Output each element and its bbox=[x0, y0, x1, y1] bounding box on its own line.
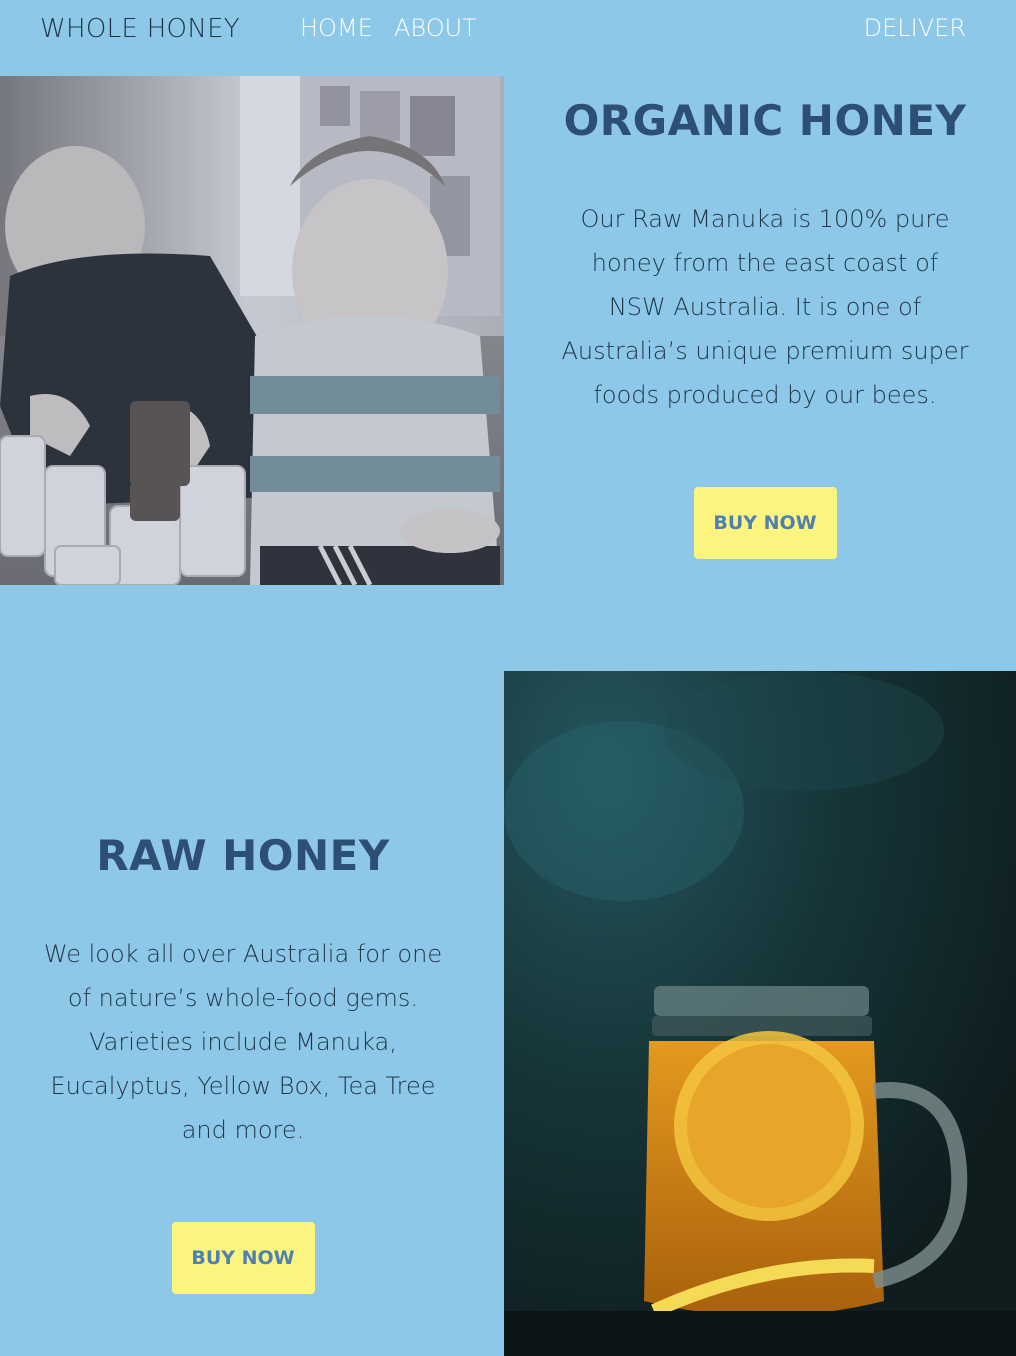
section-description: Our Raw Manuka is 100% pure honey from t… bbox=[561, 205, 969, 409]
nav-deliver-link[interactable]: DELIVER bbox=[864, 14, 966, 42]
buy-now-button[interactable]: BUY NOW bbox=[693, 487, 837, 559]
nav-home-link[interactable]: HOME bbox=[300, 14, 373, 42]
kids-with-honey-jars-photo bbox=[0, 76, 504, 585]
section-title: RAW HONEY bbox=[96, 831, 390, 880]
organic-honey-section: ORGANIC HONEY Our Raw Manuka is 100% pur… bbox=[514, 96, 1016, 559]
nav-about-link[interactable]: ABOUT bbox=[394, 14, 477, 42]
section-description: We look all over Australia for one of na… bbox=[43, 940, 443, 1144]
honey-tea-mason-jar-photo bbox=[504, 671, 1016, 1356]
raw-honey-section: RAW HONEY We look all over Australia for… bbox=[0, 831, 486, 1294]
buy-now-button[interactable]: BUY NOW bbox=[171, 1222, 315, 1294]
section-title: ORGANIC HONEY bbox=[563, 96, 967, 145]
top-nav: WHOLE HONEY HOME ABOUT DELIVER bbox=[0, 0, 1016, 62]
brand-logo[interactable]: WHOLE HONEY bbox=[40, 14, 240, 44]
